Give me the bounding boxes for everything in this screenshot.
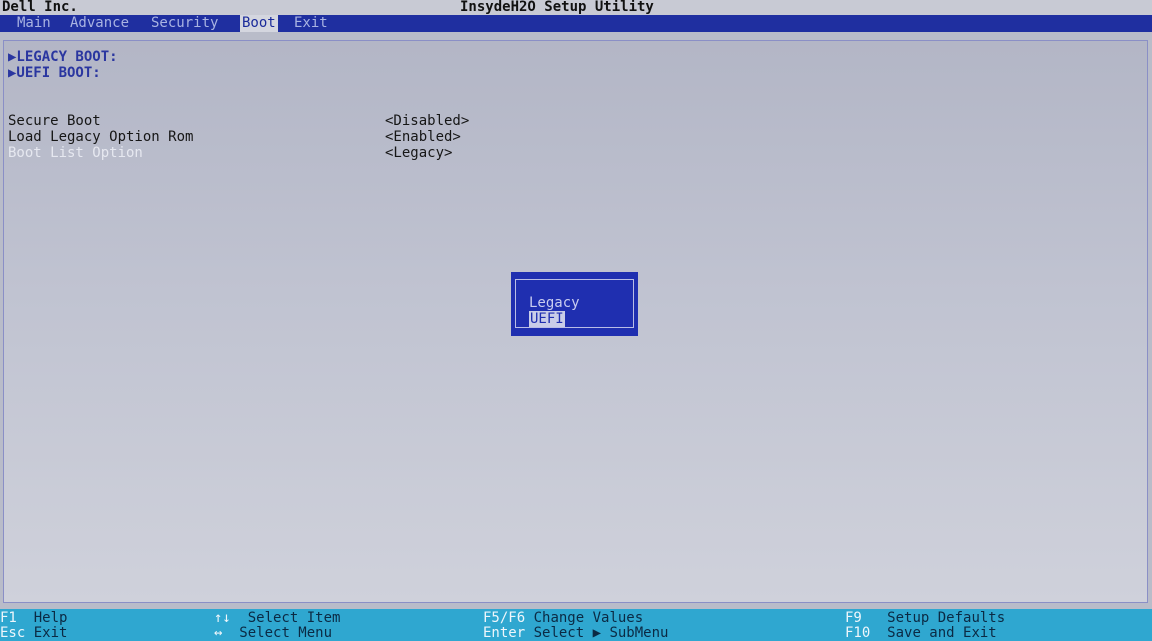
left-right-arrows-icon: ↔ [214, 625, 223, 641]
utility-title: InsydeH2O Setup Utility [460, 0, 654, 15]
submenu-uefi-boot[interactable]: ▶UEFI BOOT: [8, 65, 101, 81]
hotkey-exit: Esc Exit [0, 625, 67, 641]
tab-main[interactable]: Main [15, 15, 53, 32]
tab-advance[interactable]: Advance [68, 15, 131, 32]
popup-option-legacy[interactable]: Legacy [529, 295, 580, 311]
hotkey-select-menu: ↔ Select Menu [214, 625, 332, 641]
esc-key: Esc [0, 625, 26, 641]
secure-boot-value[interactable]: <Disabled> [385, 113, 469, 129]
select-menu-desc: Select Menu [239, 625, 333, 641]
hotkey-setup-defaults: F9 Setup Defaults [845, 610, 1005, 626]
change-values-desc: Change Values [533, 610, 644, 626]
boot-list-option-popup: Legacy UEFI [511, 272, 638, 336]
hotkey-change-values: F5/F6 Change Values [483, 610, 643, 626]
hotkey-bar: F1 Help Esc Exit ↑↓ Select Item ↔ Select… [0, 609, 1152, 641]
f5-f6-key: F5/F6 [483, 610, 526, 626]
f10-key: F10 [845, 625, 871, 641]
tab-security[interactable]: Security [149, 15, 220, 32]
load-legacy-option-rom-label[interactable]: Load Legacy Option Rom [8, 129, 193, 145]
boot-list-option-value[interactable]: <Legacy> [385, 145, 452, 161]
save-and-exit-desc: Save and Exit [887, 625, 997, 641]
enter-key: Enter [483, 625, 526, 641]
hotkey-save-exit: F10 Save and Exit [845, 625, 997, 641]
hotkey-help: F1 Help [0, 610, 67, 626]
select-item-desc: Select Item [247, 610, 341, 626]
vendor-name: Dell Inc. [2, 0, 78, 15]
title-bar: Dell Inc. InsydeH2O Setup Utility [0, 0, 1152, 15]
boot-list-option-label[interactable]: Boot List Option [8, 145, 143, 161]
f1-key: F1 [0, 610, 17, 626]
tab-boot[interactable]: Boot [240, 15, 278, 32]
load-legacy-option-rom-value[interactable]: <Enabled> [385, 129, 461, 145]
f9-key: F9 [845, 610, 862, 626]
menu-bar: Main Advance Security Boot Exit [0, 15, 1152, 32]
popup-option-uefi[interactable]: UEFI [529, 311, 565, 327]
hotkey-enter: Enter Select ▶ SubMenu [483, 625, 668, 641]
setup-defaults-desc: Setup Defaults [887, 610, 1006, 626]
popup-frame: Legacy UEFI [515, 279, 634, 328]
select-submenu-desc: Select ▶ SubMenu [533, 625, 669, 641]
tab-exit[interactable]: Exit [292, 15, 330, 32]
hotkey-select-item: ↑↓ Select Item [214, 610, 340, 626]
secure-boot-label[interactable]: Secure Boot [8, 113, 101, 129]
up-down-arrows-icon: ↑↓ [214, 610, 231, 626]
help-desc: Help [33, 610, 68, 626]
submenu-legacy-boot[interactable]: ▶LEGACY BOOT: [8, 49, 118, 65]
exit-desc: Exit [33, 625, 68, 641]
